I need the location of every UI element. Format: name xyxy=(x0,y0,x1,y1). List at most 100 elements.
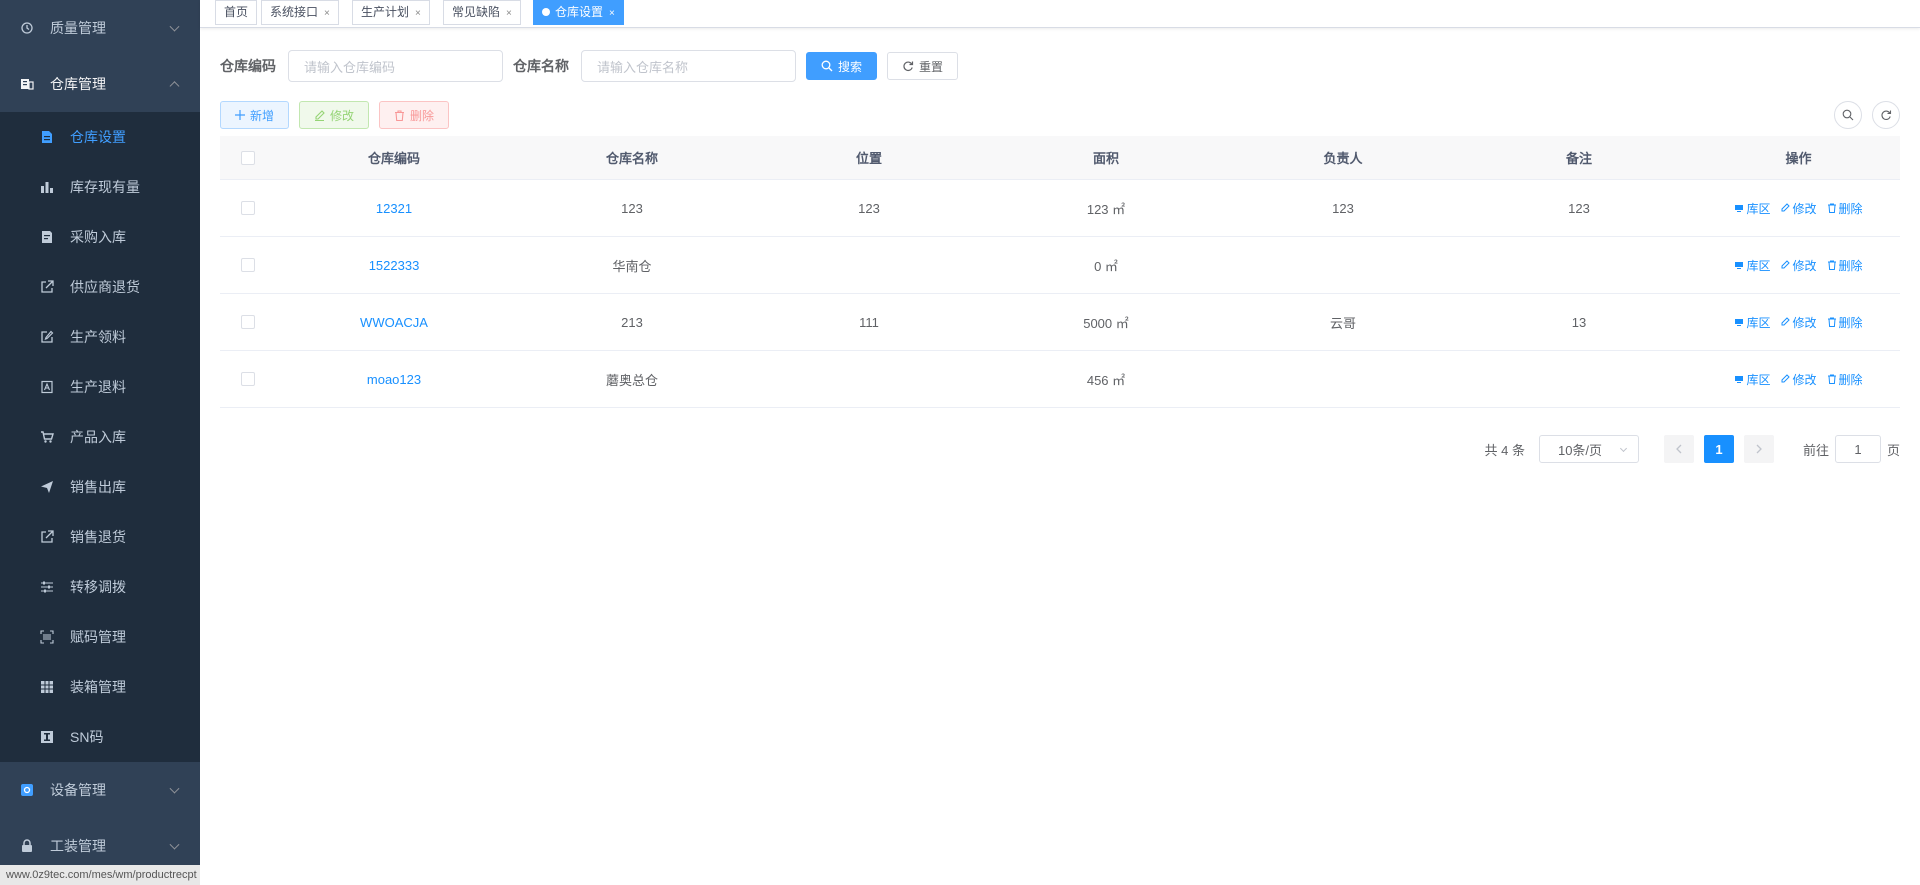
search-button[interactable]: 搜索 xyxy=(806,52,878,80)
tag-label: 常见缺陷 xyxy=(452,5,501,19)
delete-button[interactable]: 删除 xyxy=(379,101,450,129)
cell-name: 213 xyxy=(621,314,643,330)
cell-area: 123 ㎡ xyxy=(1086,201,1126,217)
cell-code: moao123 xyxy=(275,372,513,387)
tag-system-interface[interactable]: 系统接口 × xyxy=(261,0,339,25)
header-code: 仓库编码 xyxy=(367,151,420,166)
zone-icon xyxy=(1735,376,1744,383)
sidebar-item-supplier-return[interactable]: 供应商退货 xyxy=(0,262,200,312)
sidebar-item-production-picking[interactable]: 生产领料 xyxy=(0,312,200,362)
header-name: 仓库名称 xyxy=(605,151,658,166)
page-size-value: 10条/页 xyxy=(1557,442,1603,458)
row-delete-link[interactable]: 删除 xyxy=(1827,200,1863,217)
sidebar-item-coding[interactable]: 赋码管理 xyxy=(0,612,200,662)
chevron-down-icon xyxy=(169,783,180,794)
row-checkbox[interactable] xyxy=(240,201,255,215)
menu-group-label: 工装管理 xyxy=(50,838,106,854)
row-edit-link[interactable]: 修改 xyxy=(1780,200,1817,217)
sidebar-item-warehouse-settings[interactable]: 仓库设置 xyxy=(0,112,200,162)
toggle-search-button[interactable] xyxy=(1834,101,1862,129)
zone-link-label: 库区 xyxy=(1746,372,1771,387)
row-edit-link[interactable]: 修改 xyxy=(1780,257,1817,274)
menu-group-quality[interactable]: 质量管理 xyxy=(0,0,200,56)
cell-code: 12321 xyxy=(275,201,513,216)
edit-button[interactable]: 修改 xyxy=(299,101,370,129)
row-delete-link[interactable]: 删除 xyxy=(1827,371,1863,388)
refresh-button[interactable] xyxy=(1872,101,1900,129)
tag-warehouse-settings[interactable]: 仓库设置 × xyxy=(533,0,624,25)
sidebar-item-sales-return[interactable]: 销售退货 xyxy=(0,512,200,562)
row-edit-label: 修改 xyxy=(1792,201,1817,216)
warehouse-name-input[interactable]: 请输入仓库名称 xyxy=(581,50,796,82)
active-dot-icon xyxy=(542,8,550,16)
edit-icon xyxy=(314,109,325,121)
sidebar-item-packing[interactable]: 装箱管理 xyxy=(0,662,200,712)
warehouse-code-link[interactable]: WWOACJA xyxy=(360,315,428,330)
row-checkbox[interactable] xyxy=(240,372,255,386)
sidebar-item-label: 产品入库 xyxy=(70,429,126,445)
select-all-checkbox[interactable] xyxy=(240,150,255,165)
cell-operations: 库区 修改 删除 xyxy=(1697,257,1900,274)
tag-common-defects[interactable]: 常见缺陷 × xyxy=(443,0,521,25)
sidebar-item-label: 赋码管理 xyxy=(70,629,126,645)
warehouse-code-link[interactable]: moao123 xyxy=(367,372,421,387)
add-button[interactable]: 新增 xyxy=(220,101,290,129)
status-url: www.0z9tec.com/mes/wm/productrecpt xyxy=(0,865,200,885)
tag-production-plan[interactable]: 生产计划 × xyxy=(352,0,430,25)
cell-owner: 123 xyxy=(1332,200,1354,216)
table-row: 1522333 华南仓 0 ㎡ 库区 修改 删除 xyxy=(220,237,1900,294)
header-remark: 备注 xyxy=(1565,151,1592,166)
main-content: 仓库编码 请输入仓库编码 仓库名称 请输入仓库名称 搜索 重置 新增 修改 删除 xyxy=(200,28,1920,885)
row-edit-link[interactable]: 修改 xyxy=(1780,371,1817,388)
tag-label: 首页 xyxy=(224,5,249,19)
menu-group-warehouse[interactable]: 仓库管理 xyxy=(0,56,200,112)
quality-icon xyxy=(20,21,34,35)
row-delete-link[interactable]: 删除 xyxy=(1827,257,1863,274)
grid-icon xyxy=(40,680,54,694)
row-checkbox[interactable] xyxy=(240,315,255,329)
close-icon[interactable]: × xyxy=(609,8,615,19)
reset-button[interactable]: 重置 xyxy=(887,52,959,80)
row-checkbox[interactable] xyxy=(240,258,255,272)
refresh-icon xyxy=(1880,109,1892,121)
warehouse-code-link[interactable]: 1522333 xyxy=(369,258,420,273)
sidebar-item-production-return[interactable]: 生产退料 xyxy=(0,362,200,412)
sidebar-item-sales-out[interactable]: 销售出库 xyxy=(0,462,200,512)
close-icon[interactable]: × xyxy=(324,8,330,19)
zone-link[interactable]: 库区 xyxy=(1734,200,1770,217)
warehouse-table: 仓库编码 仓库名称 位置 面积 负责人 备注 操作 12321 123 123 … xyxy=(220,136,1900,408)
edit-icon xyxy=(1781,374,1791,383)
tag-home[interactable]: 首页 xyxy=(215,0,258,25)
sidebar-item-purchase-in[interactable]: 采购入库 xyxy=(0,212,200,262)
row-delete-label: 删除 xyxy=(1838,258,1863,273)
next-page-button[interactable] xyxy=(1743,435,1774,463)
row-delete-link[interactable]: 删除 xyxy=(1827,314,1863,331)
menu-group-device[interactable]: 设备管理 xyxy=(0,762,200,818)
goto-page-input[interactable]: 1 xyxy=(1834,435,1881,463)
sidebar-item-product-in[interactable]: 产品入库 xyxy=(0,412,200,462)
sidebar-item-label: 供应商退货 xyxy=(70,279,140,295)
tag-label: 仓库设置 xyxy=(555,5,604,19)
page-number-current[interactable]: 1 xyxy=(1703,435,1734,463)
row-edit-link[interactable]: 修改 xyxy=(1780,314,1817,331)
zone-link[interactable]: 库区 xyxy=(1734,371,1770,388)
prev-page-button[interactable] xyxy=(1663,435,1694,463)
bar-chart-icon xyxy=(40,180,54,194)
warehouse-code-input[interactable]: 请输入仓库编码 xyxy=(288,50,503,82)
close-icon[interactable]: × xyxy=(415,8,421,19)
zone-link[interactable]: 库区 xyxy=(1734,257,1770,274)
page-size-select[interactable]: 10条/页 xyxy=(1538,435,1639,463)
tags-view: 首页 系统接口 × 生产计划 × 常见缺陷 × 仓库设置 × xyxy=(200,0,1920,28)
sidebar-item-transfer[interactable]: 转移调拨 xyxy=(0,562,200,612)
search-icon xyxy=(821,60,833,72)
sidebar-item-sn[interactable]: SN码 xyxy=(0,712,200,762)
sidebar-item-inventory[interactable]: 库存现有量 xyxy=(0,162,200,212)
zone-link[interactable]: 库区 xyxy=(1734,314,1770,331)
cell-location: 111 xyxy=(859,314,879,330)
menu-group-label: 质量管理 xyxy=(50,20,106,36)
trash-icon xyxy=(1827,203,1836,213)
menu-group-label: 设备管理 xyxy=(50,782,106,798)
close-icon[interactable]: × xyxy=(506,8,512,19)
plus-icon xyxy=(235,110,245,120)
warehouse-code-link[interactable]: 12321 xyxy=(376,201,412,216)
